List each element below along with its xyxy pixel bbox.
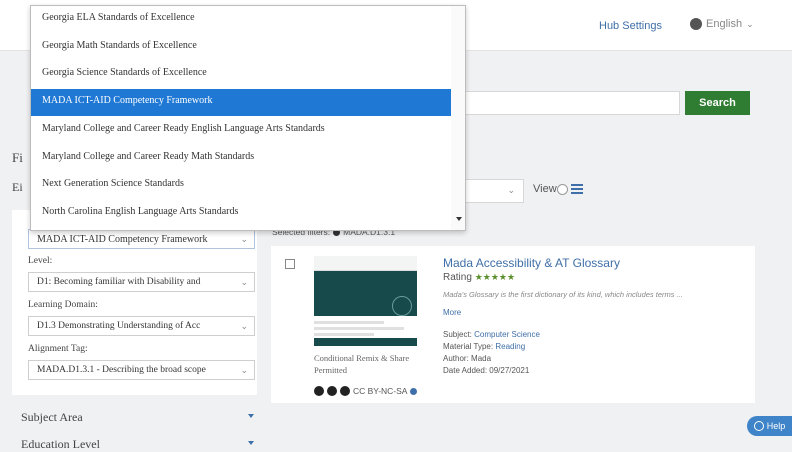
- filters-heading-partial: Fi: [12, 150, 23, 165]
- search-button[interactable]: Search: [685, 91, 750, 115]
- license-text: Conditional Remix & Share Permitted: [314, 353, 410, 375]
- globe-icon: [690, 18, 702, 30]
- subject-link[interactable]: Computer Science: [474, 330, 540, 339]
- dropdown-option[interactable]: Next Generation Science Standards: [31, 172, 451, 199]
- nc-icon: [327, 386, 337, 396]
- hub-settings-link[interactable]: Hub Settings: [599, 20, 662, 32]
- view-label: View: [533, 183, 557, 195]
- caret-down-icon[interactable]: [248, 441, 254, 445]
- alignment-tag-label: Alignment Tag:: [28, 344, 88, 354]
- rating-stars: ★★★★★: [474, 272, 516, 282]
- language-label: English: [706, 18, 743, 30]
- more-link[interactable]: More: [443, 308, 461, 317]
- author-value: Mada: [471, 354, 492, 363]
- language-selector[interactable]: English ⌄: [690, 18, 754, 30]
- framework-select[interactable]: MADA ICT-AID Competency Framework ⌄: [28, 229, 255, 249]
- scroll-down-icon[interactable]: [456, 217, 462, 221]
- alignment-tag-select-value: MADA.D1.3.1 - Describing the broad scope: [37, 365, 206, 375]
- date-added-value: 09/27/2021: [489, 366, 530, 375]
- caret-down-icon[interactable]: [248, 414, 254, 418]
- select-resource-checkbox[interactable]: [285, 259, 295, 269]
- sa-icon: [340, 386, 350, 396]
- help-label: Help: [766, 421, 786, 431]
- material-type-row: Material Type: Reading: [443, 342, 525, 351]
- learning-domain-label: Learning Domain:: [28, 300, 98, 310]
- subject-area-filter[interactable]: Subject Area: [21, 410, 83, 425]
- resource-description: Mada's Glossary is the first dictionary …: [443, 290, 683, 299]
- resource-card: Conditional Remix & Share Permitted CC B…: [271, 246, 755, 403]
- search-input[interactable]: [449, 91, 680, 115]
- chevron-down-icon: ⌄: [240, 365, 248, 375]
- list-view-icon[interactable]: [571, 184, 583, 194]
- cc-label: CC BY-NC-SA: [353, 386, 408, 396]
- help-icon: [753, 421, 764, 431]
- chevron-down-icon: ⌄: [746, 18, 754, 29]
- dropdown-option[interactable]: Maryland College and Career Ready Math S…: [31, 145, 451, 172]
- rating-label: Rating: [443, 272, 472, 283]
- chevron-down-icon: ⌄: [240, 277, 248, 287]
- dropdown-option-selected[interactable]: MADA ICT-AID Competency Framework: [31, 89, 451, 116]
- info-icon[interactable]: [410, 387, 418, 395]
- rating: Rating ★★★★★: [443, 272, 515, 283]
- help-button[interactable]: Help: [747, 416, 792, 436]
- dropdown-option[interactable]: Maryland College and Career Ready Englis…: [31, 117, 451, 144]
- cc-icon: [314, 386, 324, 396]
- date-added-row: Date Added: 09/27/2021: [443, 366, 529, 375]
- material-type-label: Material Type:: [443, 342, 494, 351]
- filter-label-partial: Ei: [12, 180, 23, 194]
- level-label: Level:: [28, 256, 53, 266]
- framework-dropdown-list[interactable]: Georgia ELA Standards of Excellence Geor…: [30, 5, 466, 231]
- level-select-value: D1: Becoming familiar with Disability an…: [37, 277, 201, 287]
- date-added-label: Date Added:: [443, 366, 488, 375]
- subject-row: Subject: Computer Science: [443, 330, 540, 339]
- author-row: Author: Mada: [443, 354, 491, 363]
- author-label: Author:: [443, 354, 469, 363]
- resource-title-link[interactable]: Mada Accessibility & AT Glossary: [443, 256, 620, 270]
- dropdown-option[interactable]: North Carolina English Language Arts Sta…: [31, 200, 451, 227]
- framework-select-value: MADA ICT-AID Competency Framework: [37, 234, 208, 245]
- dropdown-scrollbar[interactable]: [451, 6, 465, 230]
- chevron-down-icon: ⌄: [507, 185, 515, 195]
- alignment-tag-select[interactable]: MADA.D1.3.1 - Describing the broad scope…: [28, 360, 255, 380]
- license-badge: CC BY-NC-SA: [314, 386, 418, 396]
- dropdown-option[interactable]: Georgia Science Standards of Excellence: [31, 61, 451, 88]
- resource-thumbnail[interactable]: [314, 256, 417, 346]
- view-grid-radio[interactable]: [557, 184, 568, 195]
- learning-domain-select[interactable]: D1.3 Demonstrating Understanding of Acc …: [28, 316, 255, 336]
- dropdown-option[interactable]: Georgia Math Standards of Excellence: [31, 34, 451, 61]
- alignment-filter-panel: MADA ICT-AID Competency Framework ⌄ Leve…: [12, 210, 257, 395]
- chevron-down-icon: ⌄: [240, 234, 248, 244]
- subject-label: Subject:: [443, 330, 472, 339]
- material-type-link[interactable]: Reading: [495, 342, 525, 351]
- level-select[interactable]: D1: Becoming familiar with Disability an…: [28, 272, 255, 292]
- learning-domain-select-value: D1.3 Demonstrating Understanding of Acc: [37, 321, 201, 331]
- dropdown-option[interactable]: Georgia ELA Standards of Excellence: [31, 6, 451, 33]
- chevron-down-icon: ⌄: [240, 321, 248, 331]
